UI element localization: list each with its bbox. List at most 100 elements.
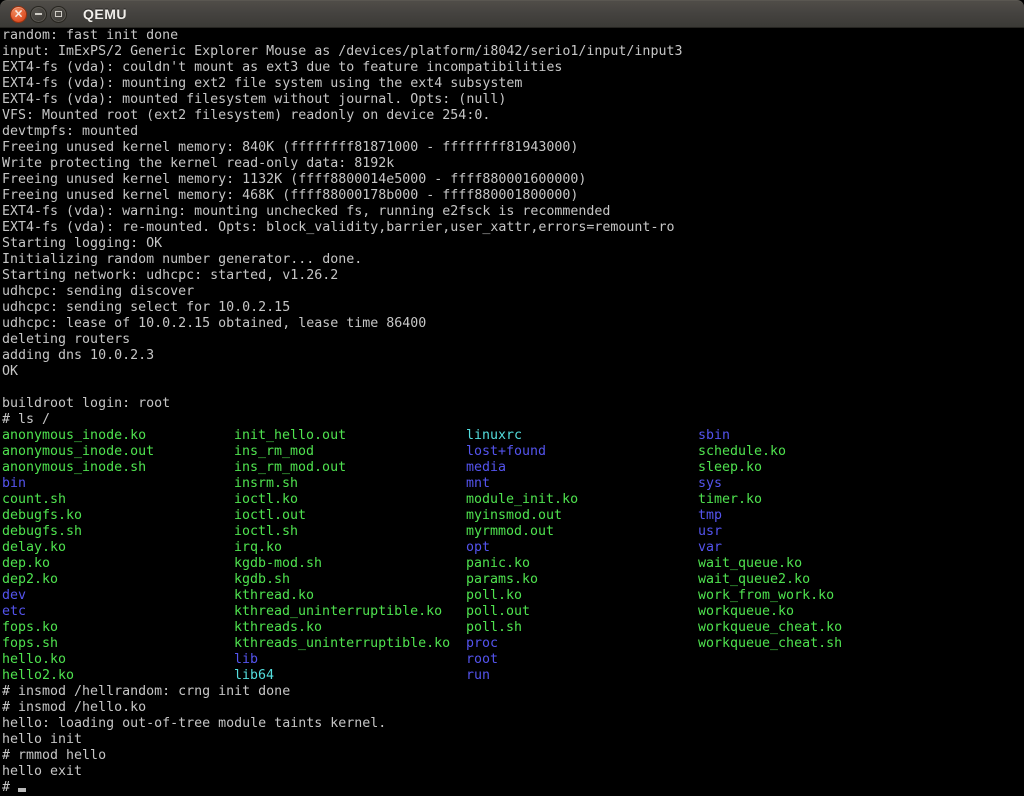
ls-entry: proc [466,636,498,652]
ls-entry: media [466,460,506,476]
ls-entry: fops.sh [2,636,58,652]
console-line: Freeing unused kernel memory: 1132K (fff… [2,172,1024,188]
ls-entry: lib64 [234,668,274,684]
ls-entry: delay.ko [2,540,66,556]
console-line: deleting routers [2,332,1024,348]
ls-entry: workqueue.ko [698,604,794,620]
ls-entry: dev [2,588,26,604]
ls-entry: var [698,540,722,556]
console-line: # insmod /hello.ko [2,700,1024,716]
minimize-button[interactable] [30,6,47,23]
console-line: Starting network: udhcpc: started, v1.26… [2,268,1024,284]
ls-entry: debugfs.ko [2,508,82,524]
window-title: QEMU [83,6,127,22]
console-line: hello init [2,732,1024,748]
ls-entry: module_init.ko [466,492,578,508]
ls-entry: timer.ko [698,492,762,508]
ls-output: anonymous_inode.ko init_hello.out linuxrc s… [2,428,1024,684]
ls-entry: kthread.ko [234,588,314,604]
ls-entry: hello2.ko [2,668,74,684]
ls-entry: poll.sh [466,620,522,636]
ls-entry: fops.ko [2,620,58,636]
ls-row: dep.kokgdb-mod.shpanic.kowait_queue.ko [2,556,1024,572]
ls-entry: lib [234,652,258,668]
console-line: Starting logging: OK [2,236,1024,252]
ls-entry: opt [466,540,490,556]
ls-entry: sleep.ko [698,460,762,476]
ls-entry: kthreads.ko [234,620,322,636]
console-line: random: fast init done [2,28,1024,44]
ls-entry: sbin [698,428,730,444]
ls-row: anonymous_inode.outins_rm_modlost+founds… [2,444,1024,460]
terminal-screen[interactable]: random: fast init doneinput: ImExPS/2 Ge… [0,28,1024,796]
ls-entry: tmp [698,508,722,524]
ls-row: fops.ko kthreads.ko poll.sh workqueue_cheat… [2,620,1024,636]
ls-entry: hello.ko [2,652,66,668]
ls-entry: ioctl.ko [234,492,298,508]
ls-entry: sys [698,476,722,492]
boot-log: random: fast init doneinput: ImExPS/2 Ge… [2,28,1024,428]
console-line: EXT4-fs (vda): warning: mounting uncheck… [2,204,1024,220]
console-line: Write protecting the kernel read-only da… [2,156,1024,172]
ls-row: dep2.ko kgdb.sh params.ko wait_queue2.ko [2,572,1024,588]
console-line: Freeing unused kernel memory: 468K (ffff… [2,188,1024,204]
shell-log: # insmod /hellrandom: crng init done# in… [2,684,1024,780]
ls-entry: insrm.sh [234,476,298,492]
console-line: VFS: Mounted root (ext2 filesystem) read… [2,108,1024,124]
ls-row: debugfs.shioctl.shmyrmmod.outusr [2,524,1024,540]
ls-entry: debugfs.sh [2,524,82,540]
ls-entry: poll.ko [466,588,522,604]
minimize-icon [35,13,42,15]
ls-entry: ioctl.sh [234,524,298,540]
ls-entry: kthread_uninterruptible.ko [234,604,442,620]
ls-row: devkthread.kopoll.kowork_from_work.ko [2,588,1024,604]
close-icon: × [13,8,23,20]
console-line: udhcpc: sending select for 10.0.2.15 [2,300,1024,316]
ls-entry: dep.ko [2,556,50,572]
ls-entry: wait_queue2.ko [698,572,810,588]
ls-entry: schedule.ko [698,444,786,460]
ls-entry: run [466,668,490,684]
ls-entry: dep2.ko [2,572,58,588]
console-line: EXT4-fs (vda): mounting ext2 file system… [2,76,1024,92]
ls-entry: anonymous_inode.ko [2,428,146,444]
ls-entry: irq.ko [234,540,282,556]
ls-row: bininsrm.shmntsys [2,476,1024,492]
ls-entry: workqueue_cheat.ko [698,620,842,636]
console-line: Freeing unused kernel memory: 840K (ffff… [2,140,1024,156]
close-button[interactable]: × [10,6,27,23]
console-line: input: ImExPS/2 Generic Explorer Mouse a… [2,44,1024,60]
prompt-line: # [2,780,1024,796]
ls-entry: kgdb.sh [234,572,290,588]
window-titlebar[interactable]: × QEMU [0,0,1024,28]
console-line: udhcpc: sending discover [2,284,1024,300]
ls-entry: kgdb-mod.sh [234,556,322,572]
ls-entry: init_hello.out [234,428,346,444]
console-line: buildroot login: root [2,396,1024,412]
console-line: EXT4-fs (vda): couldn't mount as ext3 du… [2,60,1024,76]
ls-entry: usr [698,524,722,540]
maximize-button[interactable] [50,6,67,23]
console-line: # insmod /hellrandom: crng init done [2,684,1024,700]
console-line: hello: loading out-of-tree module taints… [2,716,1024,732]
ls-entry: linuxrc [466,428,522,444]
console-line: # rmmod hello [2,748,1024,764]
ls-entry: root [466,652,498,668]
ls-entry: params.ko [466,572,538,588]
ls-entry: workqueue_cheat.sh [698,636,842,652]
ls-entry: ins_rm_mod.out [234,460,346,476]
ls-row: hello2.ko lib64 run [2,668,1024,684]
ls-entry: poll.out [466,604,530,620]
ls-entry: myinsmod.out [466,508,562,524]
ls-entry: kthreads_uninterruptible.ko [234,636,450,652]
ls-row: fops.sh kthreads_uninterruptible.ko proc wo… [2,636,1024,652]
console-line: Initializing random number generator... … [2,252,1024,268]
ls-row: anonymous_inode.shins_rm_mod.outmediasle… [2,460,1024,476]
qemu-window: × QEMU random: fast init doneinput: ImEx… [0,0,1024,796]
ls-entry: etc [2,604,26,620]
console-line: # ls / [2,412,1024,428]
ls-row: anonymous_inode.ko init_hello.out linuxrc s… [2,428,1024,444]
console-line [2,380,1024,396]
console-line: EXT4-fs (vda): mounted filesystem withou… [2,92,1024,108]
ls-row: hello.ko lib root [2,652,1024,668]
